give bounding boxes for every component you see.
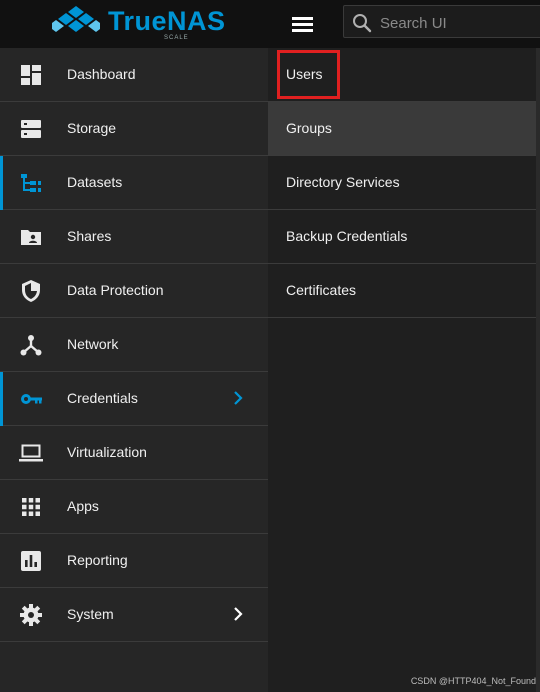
sidebar-item-label: Shares: [67, 228, 112, 244]
sidebar-item-storage[interactable]: Storage: [0, 102, 268, 156]
submenu-item-groups[interactable]: Groups: [268, 102, 536, 156]
sidebar-item-label: System: [67, 606, 114, 622]
submenu-item-label: Certificates: [286, 282, 357, 298]
truenas-logo[interactable]: TrueNAS SCALE: [52, 4, 225, 42]
sidebar-item-reporting[interactable]: Reporting: [0, 534, 268, 588]
key-icon: [21, 394, 42, 404]
search-icon: [353, 14, 372, 33]
sidebar-item-label: Data Protection: [67, 282, 164, 298]
sidebar-item-label: Reporting: [67, 552, 128, 568]
shares-icon: [21, 230, 41, 245]
sidebar-item-virtualization[interactable]: Virtualization: [0, 426, 268, 480]
top-bar: TrueNAS SCALE: [0, 0, 540, 48]
sidebar-item-network[interactable]: Network: [0, 318, 268, 372]
sidebar-item-dashboard[interactable]: Dashboard: [0, 48, 268, 102]
sidebar-item-label: Network: [67, 336, 119, 352]
sidebar-item-label: Storage: [67, 120, 117, 136]
sidebar-item-apps[interactable]: Apps: [0, 480, 268, 534]
chevron-right-icon: [234, 607, 243, 621]
chevron-right-icon: [234, 391, 243, 405]
users-highlight-annotation: [277, 50, 340, 99]
sidebar-item-label: Dashboard: [67, 66, 136, 82]
sidebar-item-label: Apps: [67, 498, 99, 514]
sidebar-item-datasets[interactable]: Datasets: [0, 156, 268, 210]
sidebar-item-credentials[interactable]: Credentials: [0, 372, 268, 426]
truenas-logo-mark-icon: [52, 6, 100, 32]
right-edge-strip: [536, 48, 540, 692]
credentials-submenu: Users Groups Directory Services Backup C…: [268, 48, 536, 692]
submenu-item-label: Groups: [286, 120, 332, 136]
storage-icon: [21, 120, 41, 138]
sidebar: Dashboard Storage Datasets Shares Data P…: [0, 48, 268, 692]
submenu-item-certificates[interactable]: Certificates: [268, 264, 536, 318]
submenu-item-backup-credentials[interactable]: Backup Credentials: [268, 210, 536, 264]
search-input[interactable]: [378, 10, 540, 36]
sidebar-item-shares[interactable]: Shares: [0, 210, 268, 264]
submenu-item-directory-services[interactable]: Directory Services: [268, 156, 536, 210]
reporting-icon: [21, 551, 41, 571]
sidebar-item-data-protection[interactable]: Data Protection: [0, 264, 268, 318]
watermark: CSDN @HTTP404_Not_Found: [410, 676, 536, 686]
laptop-icon: [19, 444, 43, 462]
gear-icon: [20, 604, 42, 626]
brand-name: TrueNAS: [108, 6, 226, 36]
submenu-item-label: Directory Services: [286, 174, 400, 190]
menu-toggle-button[interactable]: [283, 8, 323, 40]
apps-grid-icon: [22, 498, 40, 516]
network-icon: [20, 335, 42, 356]
sidebar-item-label: Virtualization: [67, 444, 147, 460]
submenu-item-label: Backup Credentials: [286, 228, 408, 244]
sidebar-item-label: Datasets: [67, 174, 123, 190]
datasets-icon: [21, 174, 41, 192]
shield-icon: [22, 280, 40, 302]
sidebar-item-system[interactable]: System: [0, 588, 268, 642]
brand-subtitle: SCALE: [164, 35, 189, 41]
sidebar-item-label: Credentials: [67, 390, 138, 406]
search-box[interactable]: [343, 5, 540, 38]
dashboard-icon: [21, 65, 41, 85]
